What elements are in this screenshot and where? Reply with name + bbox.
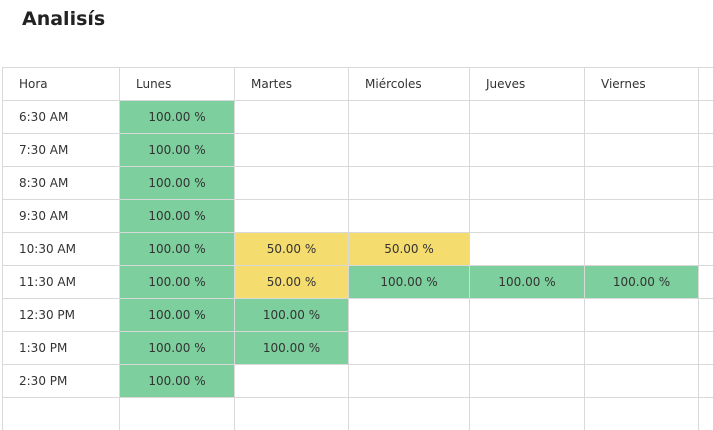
- hour-cell: 7:30 AM: [3, 134, 120, 167]
- table-row: 1:30 PM100.00 %100.00 %: [3, 332, 713, 365]
- table-row: 7:30 AM100.00 %: [3, 134, 713, 167]
- occupancy-cell-jueves: [470, 167, 585, 200]
- occupancy-cell-martes: [235, 398, 349, 430]
- occupancy-cell-viernes: [585, 134, 699, 167]
- occupancy-cell-jueves: [470, 101, 585, 134]
- header-row: Hora Lunes Martes Miércoles Jueves Viern…: [3, 68, 713, 101]
- occupancy-cell-miercoles: [349, 332, 470, 365]
- occupancy-cell-miercoles: [349, 200, 470, 233]
- occupancy-cell-extra: [699, 167, 713, 200]
- occupancy-cell-martes: [235, 134, 349, 167]
- occupancy-cell-viernes: [585, 167, 699, 200]
- occupancy-cell-miercoles: [349, 299, 470, 332]
- table-row: 8:30 AM100.00 %: [3, 167, 713, 200]
- occupancy-cell-martes: [235, 365, 349, 398]
- occupancy-cell-lunes: [120, 398, 235, 430]
- table-row: 6:30 AM100.00 %: [3, 101, 713, 134]
- occupancy-cell-martes: 100.00 %: [235, 299, 349, 332]
- occupancy-cell-jueves: [470, 299, 585, 332]
- occupancy-cell-martes: 100.00 %: [235, 332, 349, 365]
- occupancy-cell-miercoles: [349, 398, 470, 430]
- occupancy-cell-lunes: 100.00 %: [120, 200, 235, 233]
- hour-cell: 6:30 AM: [3, 101, 120, 134]
- occupancy-cell-lunes: 100.00 %: [120, 266, 235, 299]
- occupancy-cell-extra: [699, 233, 713, 266]
- hour-cell: 9:30 AM: [3, 200, 120, 233]
- occupancy-cell-viernes: [585, 365, 699, 398]
- occupancy-cell-martes: 50.00 %: [235, 233, 349, 266]
- header-viernes: Viernes: [585, 68, 699, 101]
- header-miercoles: Miércoles: [349, 68, 470, 101]
- occupancy-cell-jueves: [470, 200, 585, 233]
- hour-cell: 2:30 PM: [3, 365, 120, 398]
- occupancy-cell-miercoles: [349, 134, 470, 167]
- hour-cell: 11:30 AM: [3, 266, 120, 299]
- occupancy-cell-lunes: 100.00 %: [120, 167, 235, 200]
- occupancy-cell-jueves: [470, 134, 585, 167]
- occupancy-cell-extra: [699, 200, 713, 233]
- occupancy-cell-lunes: 100.00 %: [120, 233, 235, 266]
- occupancy-cell-viernes: [585, 101, 699, 134]
- occupancy-cell-jueves: [470, 365, 585, 398]
- occupancy-cell-martes: [235, 200, 349, 233]
- occupancy-cell-jueves: [470, 332, 585, 365]
- page-title: Analisís: [22, 8, 105, 30]
- table-row: 12:30 PM100.00 %100.00 %: [3, 299, 713, 332]
- occupancy-cell-miercoles: 100.00 %: [349, 266, 470, 299]
- occupancy-cell-miercoles: [349, 167, 470, 200]
- occupancy-cell-jueves: [470, 233, 585, 266]
- occupancy-cell-martes: [235, 101, 349, 134]
- occupancy-cell-miercoles: 50.00 %: [349, 233, 470, 266]
- header-hora: Hora: [3, 68, 120, 101]
- table-header: Hora Lunes Martes Miércoles Jueves Viern…: [3, 68, 713, 101]
- header-martes: Martes: [235, 68, 349, 101]
- occupancy-cell-jueves: 100.00 %: [470, 266, 585, 299]
- occupancy-cell-viernes: [585, 200, 699, 233]
- table-row: [3, 398, 713, 430]
- hour-cell: 1:30 PM: [3, 332, 120, 365]
- occupancy-cell-extra: [699, 266, 713, 299]
- occupancy-cell-viernes: [585, 233, 699, 266]
- occupancy-cell-miercoles: [349, 101, 470, 134]
- occupancy-cell-lunes: 100.00 %: [120, 101, 235, 134]
- hour-cell: 10:30 AM: [3, 233, 120, 266]
- occupancy-cell-lunes: 100.00 %: [120, 365, 235, 398]
- header-jueves: Jueves: [470, 68, 585, 101]
- occupancy-table: Hora Lunes Martes Miércoles Jueves Viern…: [2, 67, 713, 430]
- occupancy-cell-lunes: 100.00 %: [120, 134, 235, 167]
- occupancy-cell-extra: [699, 365, 713, 398]
- occupancy-cell-extra: [699, 398, 713, 430]
- occupancy-cell-lunes: 100.00 %: [120, 299, 235, 332]
- occupancy-cell-viernes: [585, 398, 699, 430]
- occupancy-cell-martes: [235, 167, 349, 200]
- hour-cell: [3, 398, 120, 430]
- occupancy-cell-lunes: 100.00 %: [120, 332, 235, 365]
- occupancy-cell-extra: [699, 299, 713, 332]
- occupancy-cell-viernes: [585, 332, 699, 365]
- occupancy-cell-extra: [699, 101, 713, 134]
- table-row: 9:30 AM100.00 %: [3, 200, 713, 233]
- header-lunes: Lunes: [120, 68, 235, 101]
- table-body: 6:30 AM100.00 %7:30 AM100.00 %8:30 AM100…: [3, 101, 713, 430]
- table-row: 2:30 PM100.00 %: [3, 365, 713, 398]
- occupancy-cell-extra: [699, 134, 713, 167]
- occupancy-cell-martes: 50.00 %: [235, 266, 349, 299]
- occupancy-cell-extra: [699, 332, 713, 365]
- table-row: 11:30 AM100.00 %50.00 %100.00 %100.00 %1…: [3, 266, 713, 299]
- occupancy-cell-jueves: [470, 398, 585, 430]
- hour-cell: 8:30 AM: [3, 167, 120, 200]
- hour-cell: 12:30 PM: [3, 299, 120, 332]
- occupancy-cell-viernes: [585, 299, 699, 332]
- header-extra: [699, 68, 713, 101]
- table-row: 10:30 AM100.00 %50.00 %50.00 %: [3, 233, 713, 266]
- occupancy-cell-viernes: 100.00 %: [585, 266, 699, 299]
- occupancy-cell-miercoles: [349, 365, 470, 398]
